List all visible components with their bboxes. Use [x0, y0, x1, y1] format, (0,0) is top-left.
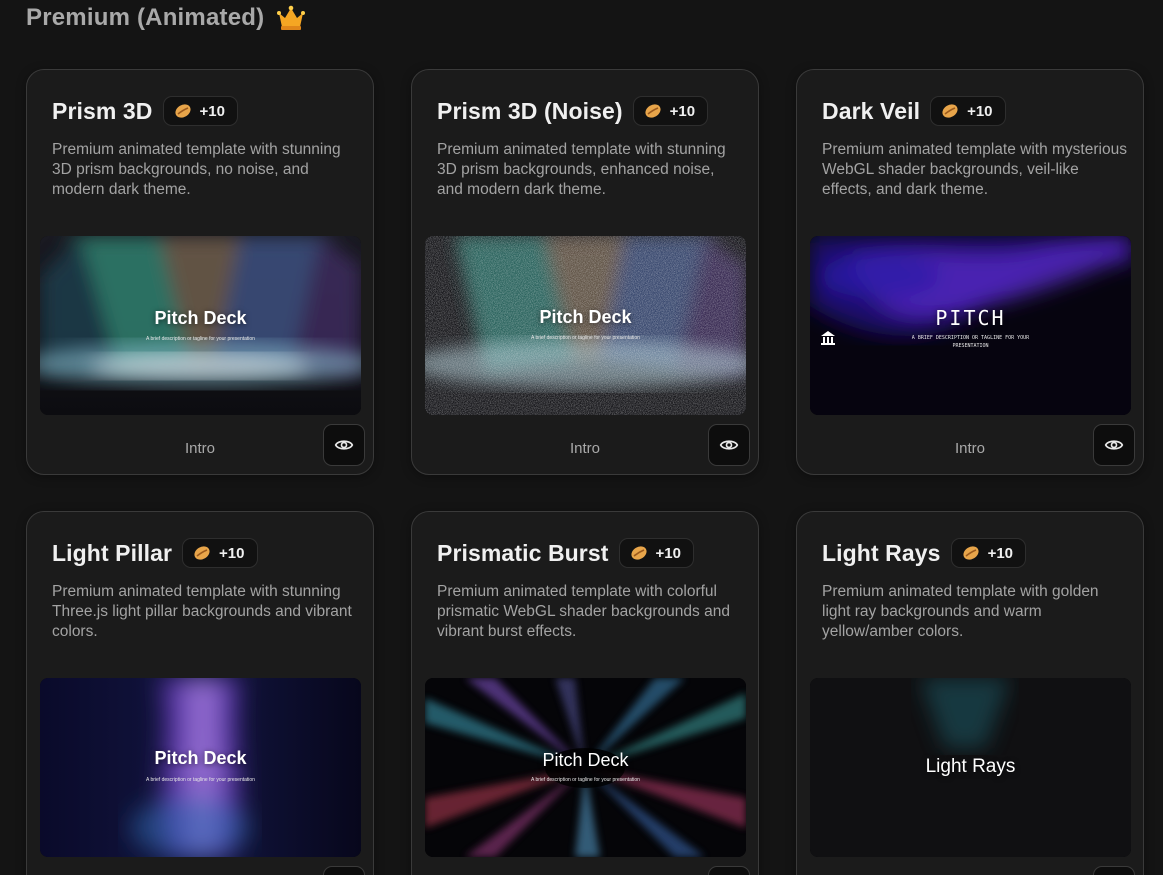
section-title-text: Premium (Animated)	[26, 4, 265, 31]
preview-title: Pitch Deck	[542, 750, 629, 770]
card-footer-label: Intro	[954, 440, 985, 457]
credit-amount: +10	[987, 544, 1014, 562]
card-title: Prismatic Burst	[437, 539, 609, 566]
bean-icon	[942, 104, 958, 118]
bean-icon	[174, 104, 191, 118]
bean-icon	[645, 104, 661, 118]
card-description: Premium animated template with stunning …	[52, 583, 352, 640]
template-card-light-rays[interactable]: Light Rays +10 Premium animated template…	[796, 511, 1144, 875]
card-header: Light Rays +10	[822, 538, 1027, 568]
eye-icon	[1104, 440, 1124, 450]
card-description: Premium animated template with stunning …	[52, 141, 341, 198]
crown-icon	[277, 5, 306, 30]
credit-badge: +10	[930, 96, 1006, 126]
template-preview[interactable]: Pitch Deck A brief description or taglin…	[425, 678, 746, 857]
card-footer-label: Intro	[184, 440, 215, 457]
preview-button[interactable]	[708, 866, 750, 875]
card-description: Premium animated template with colorful …	[437, 583, 730, 640]
card-description: Premium animated template with mysteriou…	[822, 141, 1127, 198]
preview-button[interactable]	[1093, 866, 1135, 875]
eye-icon	[719, 440, 739, 450]
credit-amount: +10	[219, 544, 245, 562]
preview-subtitle: A brief description or tagline for your …	[531, 777, 640, 783]
preview-title: Pitch Deck	[154, 308, 247, 328]
template-preview[interactable]: Pitch Deck A brief description or taglin…	[425, 236, 746, 415]
preview-subtitle: A brief description or tagline for your …	[146, 336, 255, 342]
credit-amount: +10	[655, 544, 681, 562]
bank-icon	[821, 331, 835, 345]
template-preview[interactable]: Pitch Deck A brief description or taglin…	[40, 678, 361, 857]
preview-title: Pitch Deck	[539, 307, 632, 327]
card-title: Light Rays	[822, 539, 941, 566]
preview-button[interactable]	[323, 866, 365, 875]
preview-button[interactable]	[1093, 424, 1135, 466]
credit-badge: +10	[632, 96, 709, 126]
preview-subtitle: A BRIEF DESCRIPTION OR TAGLINE FOR YOUR …	[911, 335, 1030, 349]
card-header: Prism 3D +10	[52, 96, 238, 126]
credit-badge: +10	[950, 538, 1027, 568]
card-title: Light Pillar	[52, 539, 173, 566]
template-card-prismatic-burst[interactable]: Prismatic Burst +10 Premium animated tem…	[411, 511, 759, 875]
preview-subtitle: A brief description or tagline for your …	[146, 777, 255, 783]
preview-button[interactable]	[708, 424, 750, 466]
template-preview[interactable]: PITCH A BRIEF DESCRIPTION OR TAGLINE FOR…	[810, 236, 1131, 415]
card-footer-label: Intro	[569, 440, 600, 457]
card-description: Premium animated template with golden li…	[822, 583, 1099, 640]
section-title: Premium (Animated)	[26, 4, 306, 32]
preview-subtitle: A brief description or tagline for your …	[531, 335, 640, 341]
preview-button[interactable]	[323, 424, 365, 466]
card-header: Light Pillar +10	[52, 538, 258, 568]
card-header: Dark Veil +10	[822, 96, 1006, 126]
eye-icon	[334, 440, 354, 450]
card-header: Prism 3D (Noise) +10	[437, 96, 709, 126]
preview-title: Pitch Deck	[154, 748, 247, 768]
template-card-dark-veil[interactable]: Dark Veil +10 Premium animated template …	[796, 69, 1144, 475]
card-title: Dark Veil	[822, 97, 921, 124]
credit-badge: +10	[182, 538, 258, 568]
template-card-prism-3d-noise[interactable]: Prism 3D (Noise) +10 Premium animated te…	[411, 69, 759, 475]
card-title: Prism 3D (Noise)	[437, 97, 623, 124]
preview-title: Light Rays	[925, 756, 1016, 777]
card-title: Prism 3D	[52, 97, 153, 124]
preview-title-text: PITCH	[935, 306, 1006, 330]
bean-icon	[194, 546, 210, 560]
bean-icon	[630, 546, 647, 560]
credit-amount: +10	[199, 102, 225, 120]
credit-amount: +10	[967, 102, 993, 120]
template-preview[interactable]: Pitch Deck A brief description or taglin…	[40, 236, 361, 415]
card-header: Prismatic Burst +10	[437, 538, 694, 568]
credit-badge: +10	[618, 538, 694, 568]
templates-page: Premium (Animated) Prism 3D +10 Premium …	[0, 0, 1163, 875]
template-card-prism-3d[interactable]: Prism 3D +10 Premium animated template w…	[26, 69, 374, 475]
template-card-light-pillar[interactable]: Light Pillar +10 Premium animated templa…	[26, 511, 374, 875]
template-preview[interactable]: Light Rays	[810, 678, 1131, 857]
card-description: Premium animated template with stunning …	[437, 141, 726, 198]
credit-badge: +10	[162, 96, 238, 126]
bean-icon	[963, 546, 979, 560]
credit-amount: +10	[669, 102, 696, 120]
